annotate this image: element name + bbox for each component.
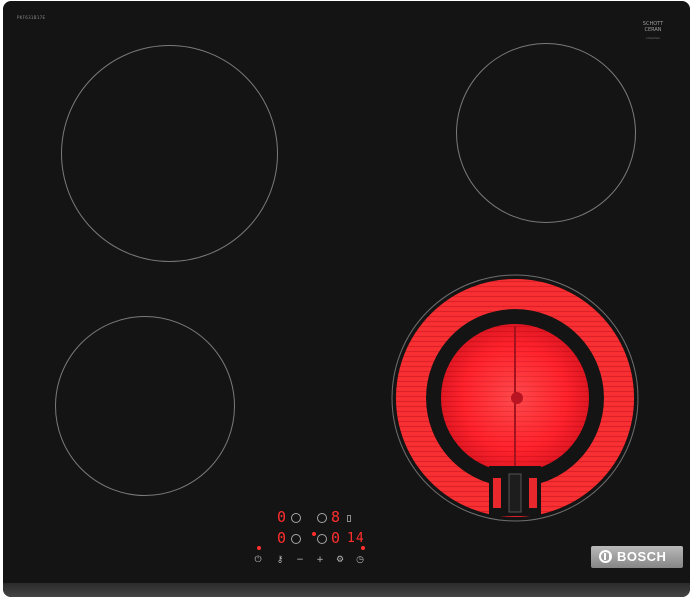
power-indicator — [257, 546, 261, 550]
ceran-label: CERAN — [644, 27, 662, 33]
bosch-logo-icon — [599, 550, 612, 563]
rear-right-selector[interactable] — [317, 513, 327, 523]
rear-left-selector[interactable] — [291, 513, 301, 523]
clock-icon: ◷ — [356, 555, 364, 565]
schott-ceran-mark: SCHOTT CERAN collection — [635, 21, 671, 41]
plus-button[interactable]: + — [313, 554, 327, 566]
rear-right-level-display: 8 — [331, 508, 342, 526]
minus-button[interactable]: − — [293, 554, 307, 566]
active-zone-indicator — [312, 532, 316, 536]
front-right-level-display: 0 — [331, 529, 342, 547]
cooktop-glass: PKF631B17E SCHOTT CERAN collection 0 8 0… — [3, 1, 690, 597]
zone-front-left — [55, 316, 235, 496]
settings-icon: ⚙ — [335, 555, 345, 565]
timer-display: 14 — [347, 531, 365, 546]
timer-indicator — [361, 546, 365, 550]
rear-left-level-display: 0 — [277, 508, 288, 526]
control-panel: 0 8 0 0 14 ⏻ ⚷ − + ⚙ ◷ — [241, 504, 379, 568]
timer-button[interactable]: ◷ — [353, 554, 367, 566]
child-lock-button[interactable]: ⚷ — [273, 554, 287, 566]
brand-plate: BOSCH — [591, 546, 683, 568]
front-left-level-display: 0 — [277, 529, 288, 547]
extra-function-button[interactable]: ⚙ — [333, 554, 347, 566]
control-buttons: ⏻ ⚷ − + ⚙ ◷ — [241, 554, 379, 568]
ceran-sub-label: collection — [645, 36, 661, 40]
power-icon: ⏻ — [254, 555, 262, 565]
power-button[interactable]: ⏻ — [251, 554, 265, 566]
cooktop-front-frame — [3, 583, 690, 597]
model-code: PKF631B17E — [17, 15, 46, 20]
zone-front-right-heating — [391, 274, 639, 522]
key-icon: ⚷ — [276, 555, 284, 565]
zone-rear-left — [61, 45, 278, 262]
front-right-selector[interactable] — [317, 534, 327, 544]
front-left-selector[interactable] — [291, 534, 301, 544]
zone-rear-right — [456, 43, 636, 223]
lock-indicator-icon — [347, 515, 351, 522]
minus-label: − — [296, 555, 304, 565]
brand-name: BOSCH — [617, 549, 667, 564]
plus-label: + — [316, 555, 324, 565]
